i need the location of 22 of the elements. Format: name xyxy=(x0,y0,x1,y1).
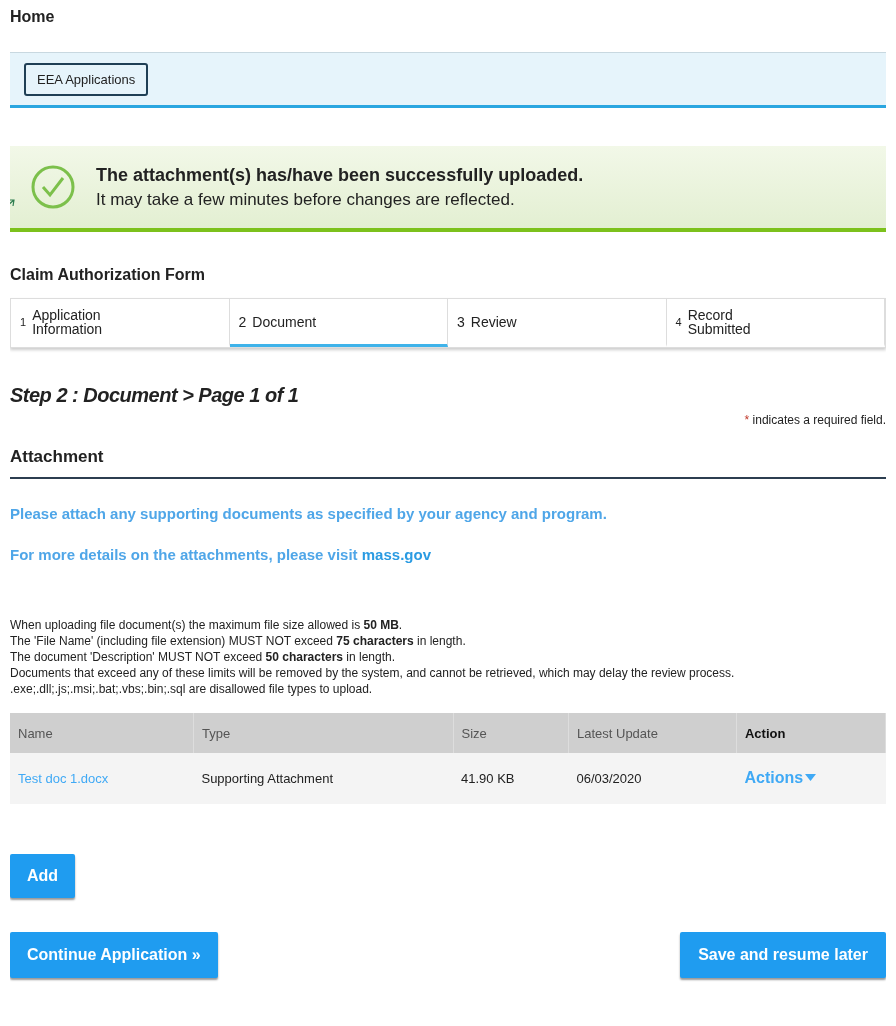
step-tab[interactable]: 3 Review xyxy=(448,299,667,347)
rule-text: When uploading file document(s) the maximum file size allowed is 50 MB. xyxy=(10,617,404,633)
rule-text: The 'File Name' (including file extension) MUST NOT exceed 75 characters in length. xyxy=(10,633,467,649)
caret-icon xyxy=(805,774,817,782)
form-title: Claim Authorization Form xyxy=(10,266,206,284)
step-tab[interactable]: 2 Document xyxy=(229,299,448,347)
table-cell: 41.90 KB xyxy=(461,770,515,786)
nav-button[interactable]: EEA Applications xyxy=(24,62,149,96)
details-text: For more details on the attachments, please visit mass.gov xyxy=(10,546,432,563)
instruction-text: Please attach any supporting documents as specified by your agency and program. xyxy=(10,505,608,522)
step-heading: Step 2 : Document > Page 1 of 1 xyxy=(10,384,300,407)
required-note: * indicates a required field. xyxy=(744,413,886,427)
rule-text: .exe;.dll;.js;.msi;.bat;.vbs;.bin;.sql are disallowed file types to upload. xyxy=(10,681,374,697)
home-link[interactable]: Home xyxy=(10,0,55,44)
section-title: Attachment xyxy=(10,447,886,479)
rule-text: Documents that exceed any of these limits will be removed by the system, and cannot be retrieved, which may delay the review process. xyxy=(10,665,736,681)
check-circle-icon xyxy=(30,164,76,210)
table-cell: 06/03/2020 xyxy=(576,770,642,786)
notice-message: It may take a few minutes before changes are reflected. xyxy=(96,189,516,210)
rule-text: The document 'Description' MUST NOT exceed 50 characters in length. xyxy=(10,649,396,665)
notice-title: The attachment(s) has/have been successfully uploaded. xyxy=(96,164,584,186)
table-cell: Supporting Attachment xyxy=(201,770,333,786)
